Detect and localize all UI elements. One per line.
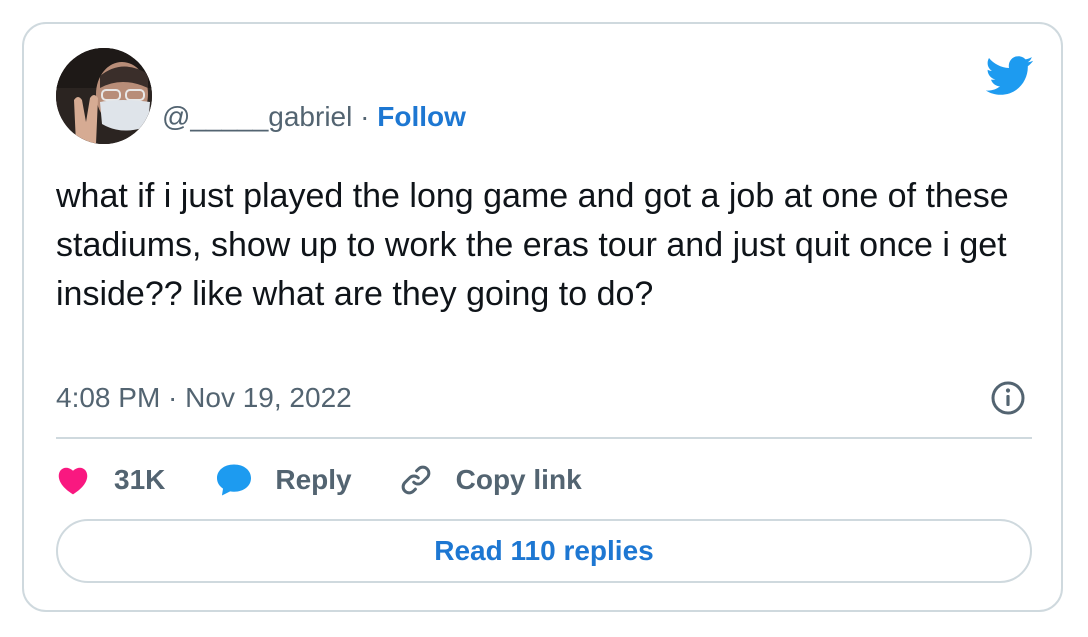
- link-icon: [401, 465, 430, 495]
- copy-link-label: Copy link: [455, 464, 582, 495]
- read-replies-button[interactable]: Read 110 replies: [56, 519, 1032, 583]
- byline-separator: ·: [360, 101, 370, 132]
- like-button[interactable]: 31K: [56, 464, 165, 496]
- action-bar: 31K Reply Copy link: [56, 458, 582, 502]
- reply-button[interactable]: Reply: [215, 463, 352, 497]
- heart-icon: [58, 467, 88, 495]
- follow-button[interactable]: Follow: [377, 101, 466, 132]
- like-count: 31K: [114, 464, 166, 495]
- avatar[interactable]: [56, 48, 152, 144]
- author-handle[interactable]: @_____gabriel: [162, 101, 352, 132]
- divider: [56, 437, 1032, 439]
- twitter-bird-icon[interactable]: [985, 56, 1034, 96]
- copy-link-button[interactable]: Copy link: [398, 462, 582, 498]
- tweet-text: what if i just played the long game and …: [56, 177, 1009, 313]
- author-byline: @_____gabriel · Follow: [162, 99, 466, 135]
- reply-label: Reply: [275, 464, 352, 495]
- speech-bubble-icon: [217, 464, 252, 496]
- user-avatar-photo: [56, 48, 152, 144]
- tweet-timestamp[interactable]: 4:08 PM · Nov 19, 2022: [56, 380, 352, 416]
- info-icon[interactable]: [990, 380, 1026, 416]
- tweet-card: @_____gabriel · Follow what if i just pl…: [22, 22, 1063, 612]
